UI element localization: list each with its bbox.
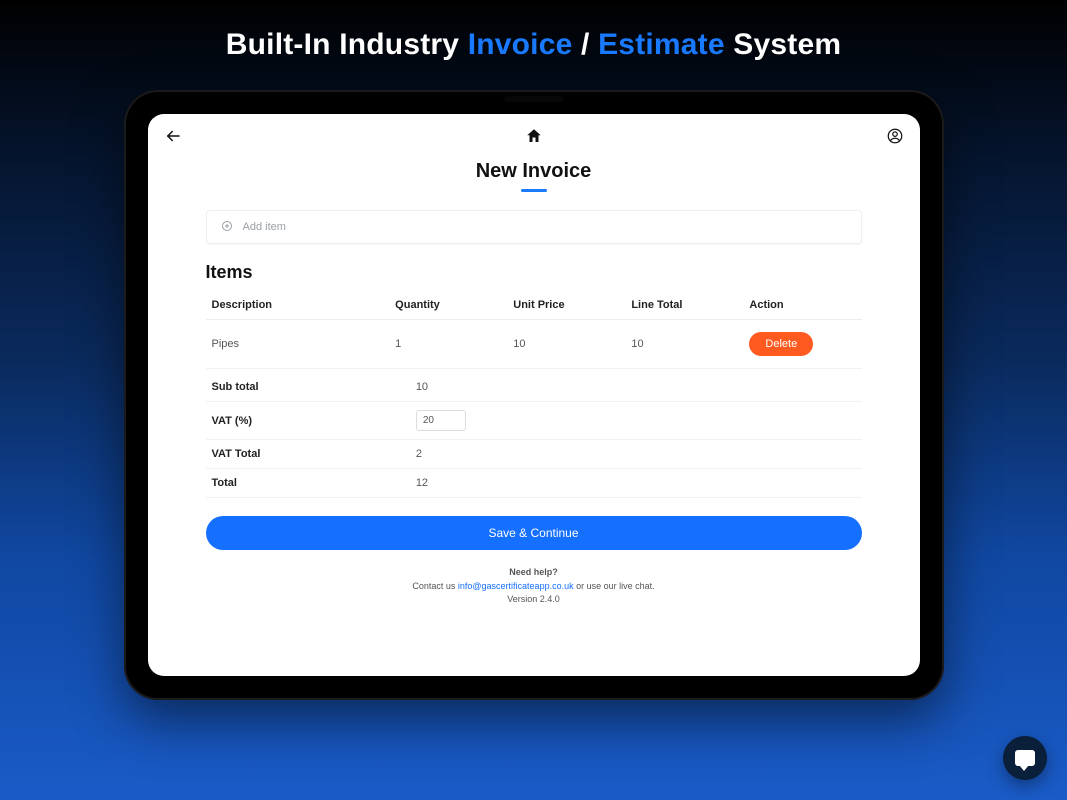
headline-separator: / [572,28,598,61]
app-screen: New Invoice Add item Items Description Q… [148,114,920,676]
app-header [148,114,920,158]
headline-accent-invoice: Invoice [468,28,573,61]
chat-icon [1015,750,1035,766]
footer: Need help? Contact us info@gascertificat… [206,566,862,607]
cell-line-total: 10 [625,320,743,369]
headline-accent-estimate: Estimate [598,28,725,61]
cell-description: Pipes [206,320,390,369]
summary-total: Total 12 [206,469,862,498]
add-item-label: Add item [243,221,286,233]
save-continue-button[interactable]: Save & Continue [206,516,862,550]
headline-part2: System [725,28,841,61]
footer-contact-line: Contact us info@gascertificateapp.co.uk … [206,580,862,594]
total-label: Total [212,477,392,489]
total-value: 12 [392,477,428,489]
table-row: Pipes 1 10 10 Delete [206,320,862,369]
footer-email-link[interactable]: info@gascertificateapp.co.uk [458,581,574,591]
vat-total-label: VAT Total [212,448,392,460]
items-heading: Items [206,262,862,283]
back-icon[interactable] [164,127,182,145]
delete-button[interactable]: Delete [749,332,813,356]
col-line-total: Line Total [625,289,743,320]
tablet-frame: New Invoice Add item Items Description Q… [124,90,944,700]
summary-vat-total: VAT Total 2 [206,440,862,469]
footer-contact-suffix: or use our live chat. [574,581,655,591]
user-profile-icon[interactable] [886,127,904,145]
footer-contact-prefix: Contact us [412,581,458,591]
subtotal-value: 10 [392,381,428,393]
vat-total-value: 2 [392,448,422,460]
headline-part1: Built-In Industry [226,28,468,61]
col-action: Action [743,289,861,320]
col-description: Description [206,289,390,320]
footer-need-help: Need help? [206,566,862,580]
chat-fab[interactable] [1003,736,1047,780]
summary-subtotal: Sub total 10 [206,373,862,402]
col-quantity: Quantity [389,289,507,320]
subtotal-label: Sub total [212,381,392,393]
vat-percent-input[interactable] [416,410,466,431]
page-title: New Invoice [148,160,920,183]
footer-version: Version 2.4.0 [206,593,862,607]
vat-percent-label: VAT (%) [212,415,392,427]
summary-vat-percent: VAT (%) [206,402,862,440]
items-table: Description Quantity Unit Price Line Tot… [206,289,862,369]
home-icon[interactable] [525,127,543,145]
plus-circle-icon [221,220,233,235]
col-unit-price: Unit Price [507,289,625,320]
cell-unit-price: 10 [507,320,625,369]
cell-quantity: 1 [389,320,507,369]
add-item-button[interactable]: Add item [206,210,862,244]
title-underline [521,189,547,192]
summary-section: Sub total 10 VAT (%) VAT Total 2 Total 1… [206,373,862,498]
marketing-headline: Built-In Industry Invoice / Estimate Sys… [0,0,1067,62]
